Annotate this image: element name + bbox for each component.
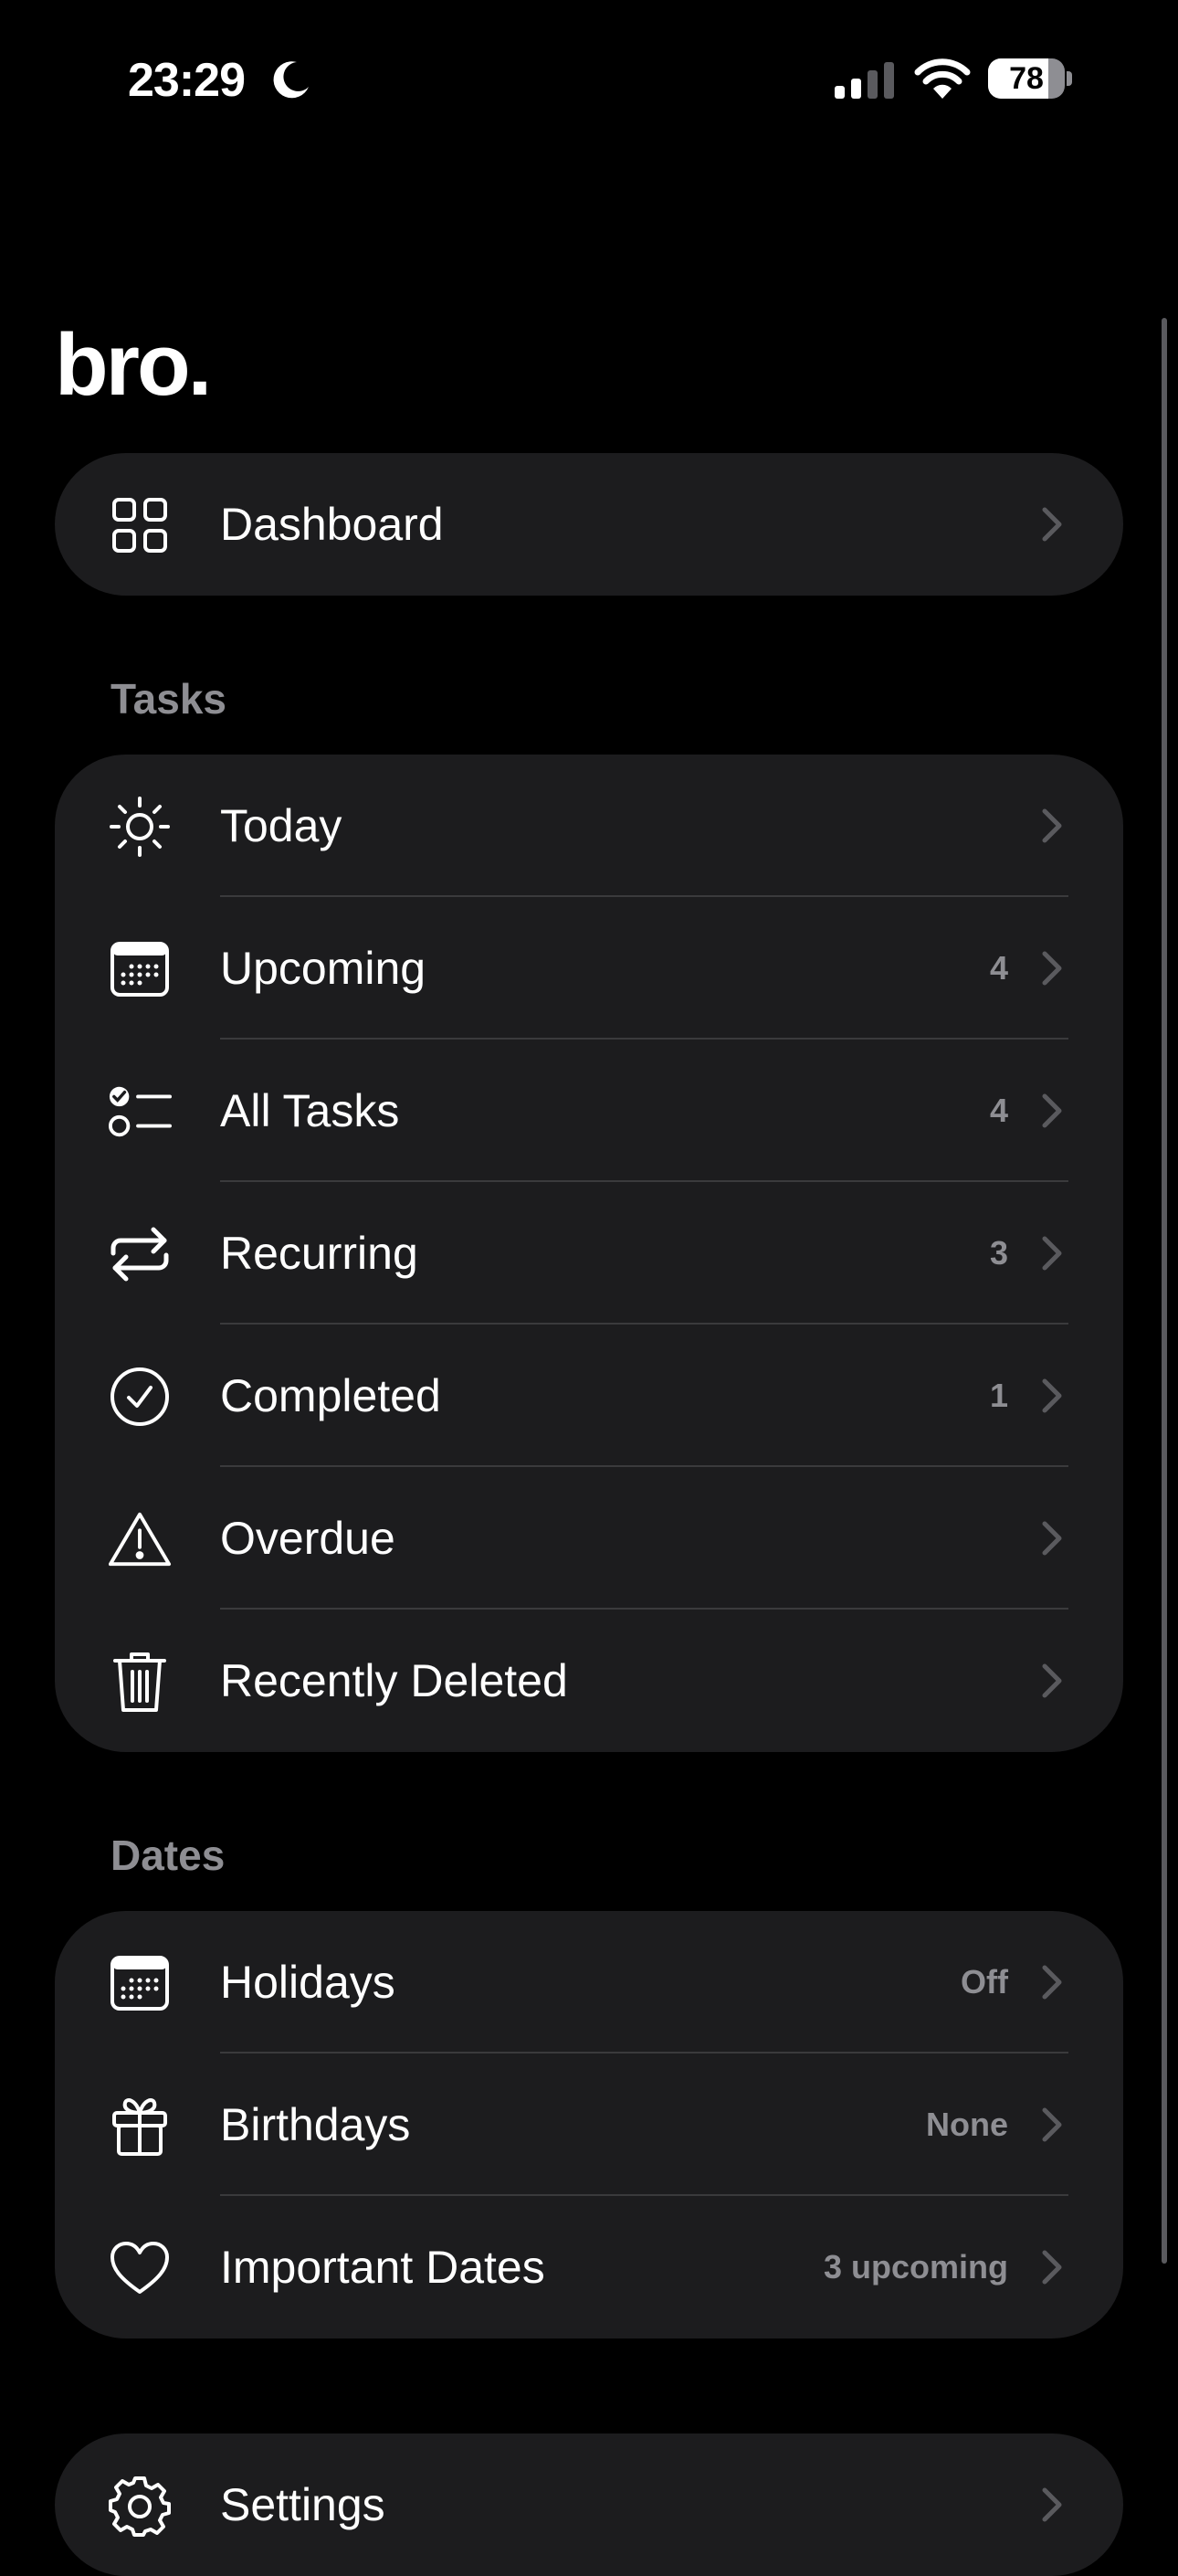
dates-row-birthdays[interactable]: Birthdays None (55, 2053, 1123, 2196)
chevron-right-icon (1042, 507, 1062, 542)
calendar-icon (108, 937, 172, 1001)
tasks-row-recurring[interactable]: Recurring 3 (55, 1182, 1123, 1325)
recurring-count: 3 (989, 1234, 1008, 1272)
chevron-right-icon (1042, 1093, 1062, 1128)
checkmark-circle-icon (108, 1365, 172, 1429)
checklist-icon (108, 1080, 172, 1144)
scroll-indicator[interactable] (1162, 318, 1167, 2264)
recurring-label: Recurring (220, 1228, 418, 1279)
dates-section-header: Dates (110, 1832, 226, 1879)
tasks-row-overdue[interactable]: Overdue (55, 1467, 1123, 1610)
completed-count: 1 (989, 1377, 1008, 1414)
warning-triangle-icon (108, 1507, 172, 1571)
important-dates-value: 3 upcoming (823, 2248, 1008, 2286)
dashboard-row[interactable]: Dashboard (55, 453, 1123, 596)
important-dates-label: Important Dates (220, 2242, 545, 2293)
birthdays-value: None (926, 2106, 1008, 2143)
tasks-row-completed[interactable]: Completed 1 (55, 1325, 1123, 1467)
tasks-section-header: Tasks (110, 675, 227, 723)
chevron-right-icon (1042, 808, 1062, 843)
chevron-right-icon (1042, 1378, 1062, 1413)
dates-card: Holidays Off Birthdays None Important Da… (55, 1911, 1123, 2338)
chevron-right-icon (1042, 2250, 1062, 2285)
chevron-right-icon (1042, 2487, 1062, 2522)
grid-icon (108, 493, 172, 557)
settings-label: Settings (220, 2479, 385, 2530)
battery-indicator: 78 (988, 58, 1072, 99)
heart-icon (108, 2236, 172, 2300)
today-label: Today (220, 800, 342, 851)
chevron-right-icon (1042, 1965, 1062, 2000)
moon-icon (270, 58, 312, 105)
chevron-right-icon (1042, 2107, 1062, 2142)
all-tasks-label: All Tasks (220, 1085, 400, 1136)
gear-icon (108, 2474, 172, 2538)
chevron-right-icon (1042, 1663, 1062, 1698)
status-time: 23:29 (128, 54, 246, 107)
app-title: bro. (55, 316, 212, 414)
holidays-value: Off (961, 1963, 1008, 2001)
tasks-row-recently-deleted[interactable]: Recently Deleted (55, 1610, 1123, 1752)
dashboard-label: Dashboard (220, 499, 444, 550)
cellular-signal-icon (835, 60, 897, 105)
dashboard-card: Dashboard (55, 453, 1123, 596)
status-bar: 23:29 78 (0, 0, 1178, 155)
settings-card: Settings (55, 2433, 1123, 2576)
tasks-row-upcoming[interactable]: Upcoming 4 (55, 897, 1123, 1040)
tasks-row-today[interactable]: Today (55, 755, 1123, 897)
battery-percentage: 78 (1009, 61, 1044, 96)
chevron-right-icon (1042, 951, 1062, 986)
chevron-right-icon (1042, 1521, 1062, 1556)
wifi-icon (913, 57, 972, 105)
dates-row-important-dates[interactable]: Important Dates 3 upcoming (55, 2196, 1123, 2338)
chevron-right-icon (1042, 1236, 1062, 1271)
dates-row-holidays[interactable]: Holidays Off (55, 1911, 1123, 2053)
completed-label: Completed (220, 1370, 441, 1421)
calendar-icon (108, 1951, 172, 2015)
upcoming-label: Upcoming (220, 943, 426, 994)
recently-deleted-label: Recently Deleted (220, 1655, 568, 1706)
repeat-icon (108, 1222, 172, 1286)
tasks-card: Today Upcoming 4 All Tasks 4 Recurring 3… (55, 755, 1123, 1752)
upcoming-count: 4 (989, 949, 1008, 987)
birthdays-label: Birthdays (220, 2099, 411, 2150)
sun-icon (108, 795, 172, 859)
trash-icon (108, 1650, 172, 1714)
all-tasks-count: 4 (989, 1092, 1008, 1129)
holidays-label: Holidays (220, 1957, 395, 2008)
gift-icon (108, 2094, 172, 2158)
overdue-label: Overdue (220, 1513, 395, 1564)
settings-row[interactable]: Settings (55, 2433, 1123, 2576)
tasks-row-all-tasks[interactable]: All Tasks 4 (55, 1040, 1123, 1182)
